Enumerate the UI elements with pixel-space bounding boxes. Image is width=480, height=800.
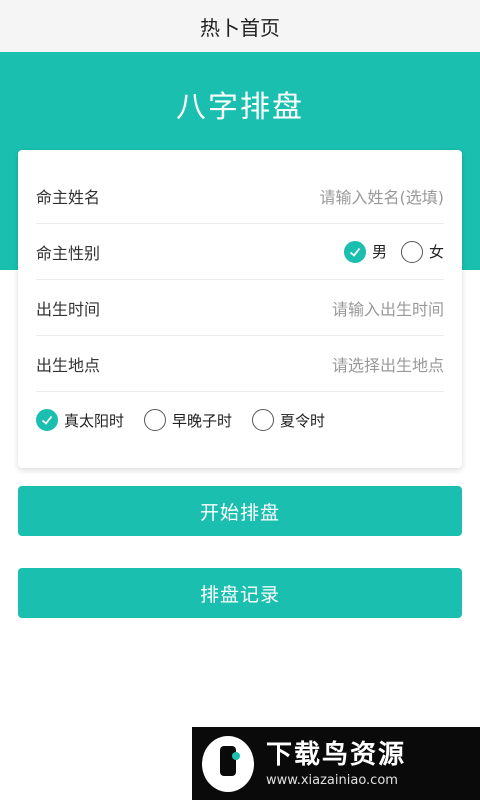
birth-place-select[interactable]: 请选择出生地点 — [332, 352, 444, 376]
gender-options: 男 女 — [343, 240, 444, 263]
watermark-logo-icon — [202, 735, 254, 792]
header-title[interactable]: 热卜首页 — [200, 12, 280, 41]
time-option-daylight-saving[interactable]: 夏令时 — [252, 409, 325, 431]
name-row[interactable]: 命主姓名 请输入姓名(选填) — [36, 150, 444, 224]
watermark-url: www.xiazainiao.com — [266, 773, 398, 788]
radio-empty-icon[interactable] — [400, 240, 423, 263]
birth-time-label: 出生时间 — [36, 299, 101, 319]
check-icon[interactable] — [343, 240, 366, 263]
watermark: 下载鸟资源 www.xiazainiao.com — [192, 727, 480, 800]
gender-option-female[interactable]: 女 — [400, 240, 444, 263]
watermark-title: 下载鸟资源 — [266, 740, 407, 770]
page-title: 八字排盘 — [176, 90, 304, 125]
time-option-early-late-zi[interactable]: 早晚子时 — [144, 409, 232, 431]
birth-time-input[interactable]: 请输入出生时间 — [332, 296, 444, 320]
gender-row: 命主性别 男 女 — [36, 224, 444, 280]
gender-label: 命主性别 — [36, 243, 101, 263]
time-option-label: 夏令时 — [280, 411, 326, 430]
gender-option-male[interactable]: 男 — [343, 240, 387, 263]
radio-empty-icon[interactable] — [144, 409, 167, 431]
gender-option-label: 男 — [371, 243, 387, 261]
birth-time-row[interactable]: 出生时间 请输入出生时间 — [36, 280, 444, 336]
start-chart-button[interactable]: 开始排盘 — [18, 486, 462, 536]
check-icon[interactable] — [36, 409, 58, 431]
name-input[interactable]: 请输入姓名(选填) — [320, 184, 445, 208]
chart-history-button[interactable]: 排盘记录 — [18, 568, 462, 618]
form-card: 命主姓名 请输入姓名(选填) 命主性别 男 女 出生时间 请输入出生时间 出生地… — [18, 150, 462, 468]
gender-option-label: 女 — [428, 243, 444, 261]
time-options: 真太阳时 早晚子时 夏令时 — [36, 392, 444, 448]
time-option-label: 早晚子时 — [172, 411, 233, 430]
time-option-label: 真太阳时 — [64, 411, 125, 430]
time-option-true-solar[interactable]: 真太阳时 — [36, 409, 124, 431]
birth-place-row[interactable]: 出生地点 请选择出生地点 — [36, 336, 444, 392]
top-bar: 热卜首页 — [0, 0, 480, 52]
birth-place-label: 出生地点 — [36, 355, 101, 375]
radio-empty-icon[interactable] — [252, 409, 275, 431]
name-label: 命主姓名 — [36, 187, 101, 207]
